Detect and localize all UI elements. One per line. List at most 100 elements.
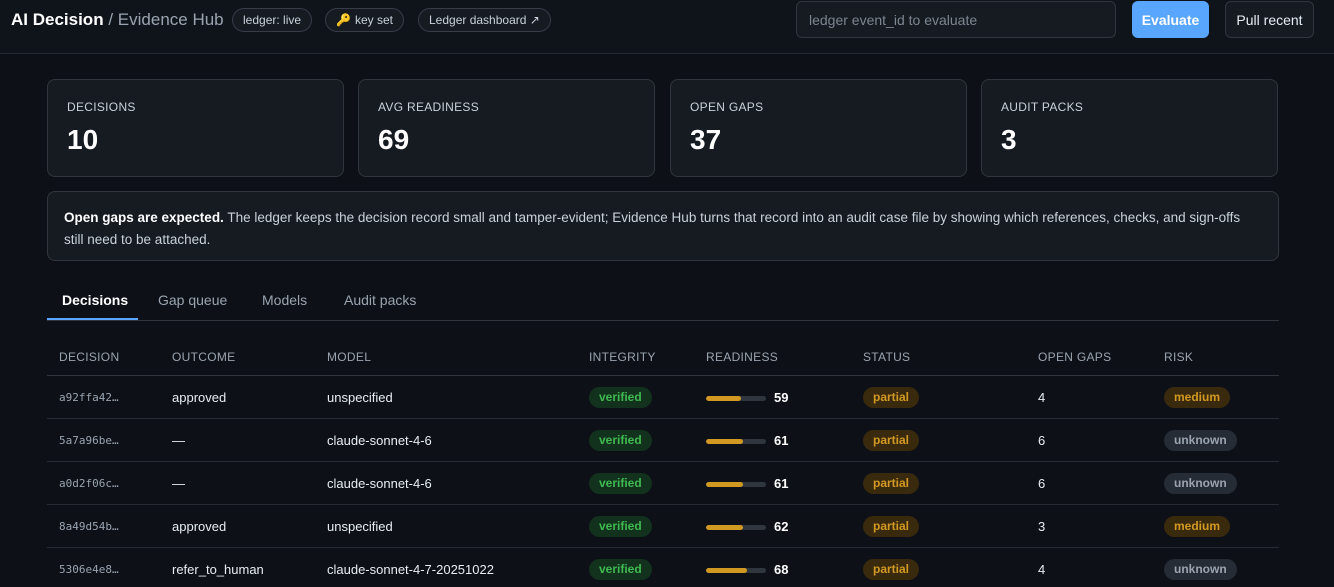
readiness-bar bbox=[706, 482, 766, 487]
outcome-cell: approved bbox=[172, 390, 227, 405]
tab-audit-packs[interactable]: Audit packs bbox=[344, 282, 416, 321]
outcome-cell: approved bbox=[172, 519, 227, 534]
status-badge: partial bbox=[863, 387, 920, 408]
pull-recent-button[interactable]: Pull recent bbox=[1225, 1, 1314, 38]
readiness-bar-fill bbox=[706, 568, 747, 573]
stat-label: OPEN GAPS bbox=[690, 100, 764, 114]
open-gaps-cell: 4 bbox=[1038, 390, 1046, 405]
title-separator: / bbox=[108, 10, 114, 29]
tab-gap-queue[interactable]: Gap queue bbox=[158, 282, 227, 321]
column-header[interactable]: MODEL bbox=[327, 350, 371, 364]
decision-id[interactable]: a0d2f06c… bbox=[59, 477, 119, 490]
status-badge: partial bbox=[863, 473, 920, 494]
readiness-score: 61 bbox=[774, 433, 789, 448]
column-header[interactable]: DECISION bbox=[59, 350, 119, 364]
model-cell: claude-sonnet-4-6 bbox=[327, 476, 432, 491]
table-header: DECISION OUTCOME MODEL INTEGRITY READINE… bbox=[47, 338, 1279, 376]
stat-card-open-gaps: OPEN GAPS 37 bbox=[670, 79, 967, 177]
stat-value: 69 bbox=[378, 124, 410, 155]
event-id-input[interactable] bbox=[796, 1, 1116, 38]
app-title: AI Decision / Evidence Hub bbox=[11, 10, 224, 30]
open-gaps-cell: 6 bbox=[1038, 476, 1046, 491]
integrity-badge: verified bbox=[589, 559, 652, 580]
status-badge: partial bbox=[863, 430, 920, 451]
integrity-badge: verified bbox=[589, 430, 652, 451]
column-header[interactable]: RISK bbox=[1164, 350, 1193, 364]
stat-value: 37 bbox=[690, 124, 722, 155]
tab-bar: Decisions Gap queue Models Audit packs bbox=[47, 282, 1279, 321]
stat-label: DECISIONS bbox=[67, 100, 136, 114]
readiness-bar bbox=[706, 568, 766, 573]
readiness-score: 62 bbox=[774, 519, 789, 534]
stat-card-avg-readiness: AVG READINESS 69 bbox=[358, 79, 655, 177]
readiness-bar bbox=[706, 439, 766, 444]
stat-value: 3 bbox=[1001, 124, 1017, 155]
risk-badge: medium bbox=[1164, 387, 1231, 408]
stat-value: 10 bbox=[67, 124, 99, 155]
ledger-dashboard-label: Ledger dashboard ↗ bbox=[429, 13, 540, 27]
page-subtitle: Evidence Hub bbox=[117, 10, 224, 29]
readiness-score: 59 bbox=[774, 390, 789, 405]
readiness-score: 68 bbox=[774, 562, 789, 577]
decision-id[interactable]: a92ffa42… bbox=[59, 391, 119, 404]
readiness-score: 61 bbox=[774, 476, 789, 491]
decision-id[interactable]: 5a7a96be… bbox=[59, 434, 119, 447]
risk-badge: unknown bbox=[1164, 473, 1237, 494]
column-header[interactable]: INTEGRITY bbox=[589, 350, 656, 364]
top-bar: AI Decision / Evidence Hub ledger: live … bbox=[0, 0, 1334, 54]
open-gaps-cell: 6 bbox=[1038, 433, 1046, 448]
integrity-badge: verified bbox=[589, 387, 652, 408]
status-badge: partial bbox=[863, 516, 920, 537]
integrity-badge: verified bbox=[589, 516, 652, 537]
active-tab-indicator bbox=[47, 318, 138, 320]
stat-label: AUDIT PACKS bbox=[1001, 100, 1084, 114]
column-header[interactable]: OUTCOME bbox=[172, 350, 235, 364]
stat-label: AVG READINESS bbox=[378, 100, 480, 114]
readiness-bar-fill bbox=[706, 525, 744, 530]
model-cell: unspecified bbox=[327, 519, 393, 534]
notice-body: The ledger keeps the decision record sma… bbox=[64, 210, 1241, 247]
tab-decisions[interactable]: Decisions bbox=[62, 282, 128, 321]
decision-id[interactable]: 5306e4e8… bbox=[59, 563, 119, 576]
stat-card-audit-packs: AUDIT PACKS 3 bbox=[981, 79, 1278, 177]
risk-badge: medium bbox=[1164, 516, 1231, 537]
stat-card-decisions: DECISIONS 10 bbox=[47, 79, 344, 177]
outcome-cell: — bbox=[172, 433, 185, 448]
model-cell: unspecified bbox=[327, 390, 393, 405]
readiness-bar-fill bbox=[706, 396, 742, 401]
info-notice: Open gaps are expected. The ledger keeps… bbox=[47, 191, 1279, 261]
model-cell: claude-sonnet-4-6 bbox=[327, 433, 432, 448]
outcome-cell: — bbox=[172, 476, 185, 491]
notice-heading: Open gaps are expected. bbox=[64, 210, 224, 225]
open-gaps-cell: 3 bbox=[1038, 519, 1046, 534]
risk-badge: unknown bbox=[1164, 430, 1237, 451]
column-header[interactable]: OPEN GAPS bbox=[1038, 350, 1111, 364]
table-row[interactable]: a0d2f06c… — claude-sonnet-4-6 verified 6… bbox=[47, 462, 1279, 505]
tab-models[interactable]: Models bbox=[262, 282, 307, 321]
ledger-dashboard-link[interactable]: Ledger dashboard ↗ bbox=[418, 8, 551, 32]
key-icon: 🔑 bbox=[336, 13, 351, 27]
open-gaps-cell: 4 bbox=[1038, 562, 1046, 577]
ledger-status-label: ledger: live bbox=[243, 13, 302, 27]
table-row[interactable]: 5a7a96be… — claude-sonnet-4-6 verified 6… bbox=[47, 419, 1279, 462]
readiness-bar bbox=[706, 525, 766, 530]
risk-badge: unknown bbox=[1164, 559, 1237, 580]
readiness-bar-fill bbox=[706, 482, 743, 487]
table-row[interactable]: 5306e4e8… refer_to_human claude-sonnet-4… bbox=[47, 548, 1279, 587]
table-row[interactable]: 8a49d54b… approved unspecified verified … bbox=[47, 505, 1279, 548]
key-status-chip: 🔑 key set bbox=[325, 8, 404, 32]
outcome-cell: refer_to_human bbox=[172, 562, 264, 577]
decision-id[interactable]: 8a49d54b… bbox=[59, 520, 119, 533]
status-badge: partial bbox=[863, 559, 920, 580]
integrity-badge: verified bbox=[589, 473, 652, 494]
evaluate-button[interactable]: Evaluate bbox=[1132, 1, 1209, 38]
readiness-bar-fill bbox=[706, 439, 743, 444]
key-status-label: key set bbox=[354, 13, 393, 27]
brand-name: AI Decision bbox=[11, 10, 104, 29]
table-row[interactable]: a92ffa42… approved unspecified verified … bbox=[47, 376, 1279, 419]
column-header[interactable]: READINESS bbox=[706, 350, 778, 364]
model-cell: claude-sonnet-4-7-20251022 bbox=[327, 562, 494, 577]
ledger-status-chip: ledger: live bbox=[232, 8, 313, 32]
column-header[interactable]: STATUS bbox=[863, 350, 910, 364]
readiness-bar bbox=[706, 396, 766, 401]
